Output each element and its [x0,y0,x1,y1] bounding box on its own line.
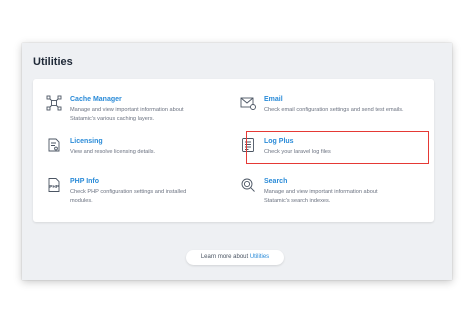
utility-title[interactable]: Cache Manager [70,96,122,103]
search-icon [240,177,256,193]
utility-title[interactable]: PHP Info [70,178,99,185]
log-plus-highlight-box [246,131,429,164]
utility-title[interactable]: Search [264,178,287,185]
utility-description: Check PHP configuration settings and ins… [70,189,187,204]
cache-manager-icon [46,95,62,111]
utility-description: Manage and view important information ab… [70,107,184,122]
learn-more-link[interactable]: Utilities [250,254,269,260]
learn-more-prefix: Learn more about [200,254,250,260]
learn-more-button[interactable]: Learn more about Utilities [186,250,284,265]
utility-description: View and resolve licensing details. [70,149,156,155]
app-window: Utilities Cache Manager Manage and view … [22,43,452,280]
utility-description: Manage and view important information ab… [264,189,378,204]
php-info-icon: PHP [46,177,62,193]
utility-title[interactable]: Email [264,96,283,103]
utility-title[interactable]: Licensing [70,138,103,145]
svg-text:PHP: PHP [49,184,58,189]
email-icon [240,95,256,111]
utility-description: Check email configuration settings and s… [264,107,404,113]
utilities-card: Cache Manager Manage and view important … [33,79,434,222]
page-title: Utilities [33,56,73,68]
licensing-icon [46,137,62,153]
